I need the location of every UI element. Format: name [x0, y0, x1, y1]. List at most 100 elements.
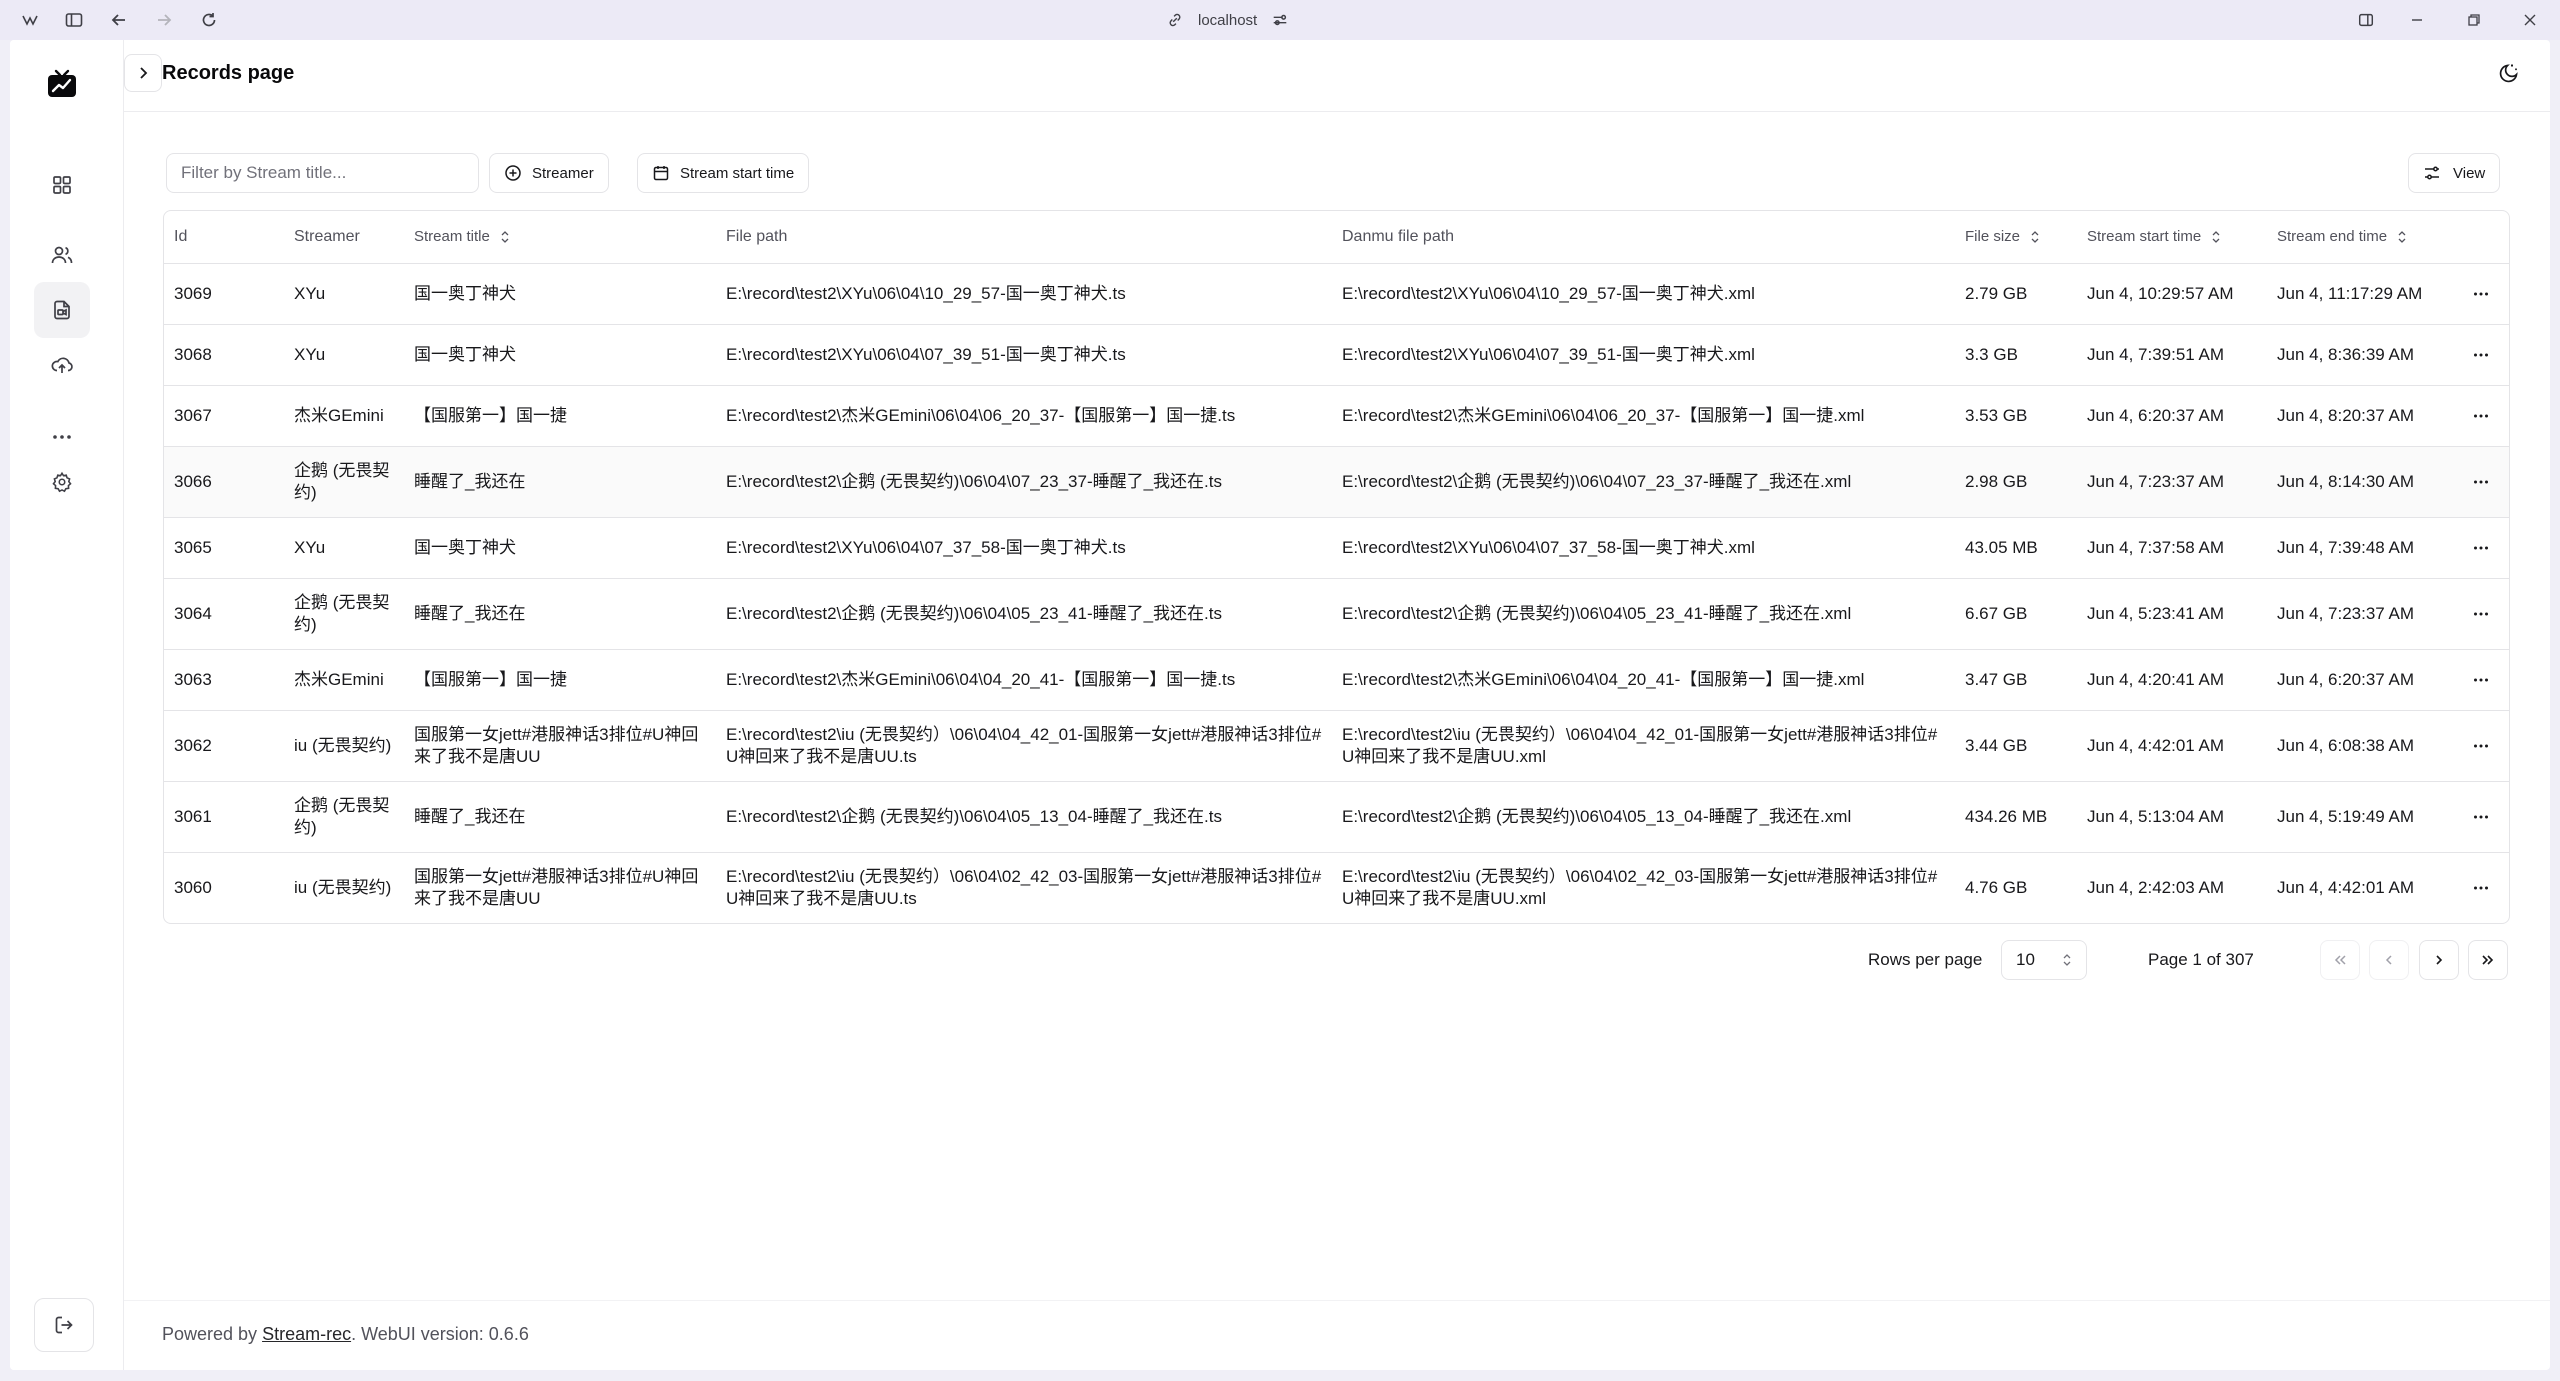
- col-header-end[interactable]: Stream end time: [2267, 211, 2450, 264]
- site-settings-icon[interactable]: [1271, 11, 1289, 29]
- calendar-icon: [653, 166, 669, 181]
- start-time-filter-button[interactable]: Stream start time: [637, 153, 810, 193]
- sidebar-item-records[interactable]: [34, 282, 90, 338]
- sidebar-toggle-icon[interactable]: [62, 8, 86, 32]
- minimize-icon[interactable]: [2405, 8, 2429, 32]
- sidebar: [10, 40, 124, 1370]
- row-actions-button[interactable]: [2450, 263, 2509, 325]
- col-header-end-label: Stream end time: [2277, 228, 2388, 246]
- row-actions-button[interactable]: [2450, 710, 2509, 782]
- browser-menu-icon[interactable]: [18, 8, 42, 32]
- more-horizontal-icon: [53, 435, 71, 439]
- first-page-button[interactable]: [2320, 940, 2360, 980]
- sidebar-item-upload[interactable]: [34, 337, 90, 393]
- cell-streamer: iu (无畏契约): [294, 877, 392, 897]
- theme-toggle-button[interactable]: [2490, 54, 2528, 92]
- sidebar-item-settings[interactable]: [34, 454, 90, 510]
- collapse-sidebar-button[interactable]: [124, 54, 162, 92]
- table-row[interactable]: 3069 XYu 国一奥丁神犬 E:\record\test2\XYu\06\0…: [164, 263, 2509, 325]
- forward-icon[interactable]: [152, 8, 176, 32]
- cell-file-path: E:\record\test2\iu (无畏契约）\06\04\02_42_03…: [726, 866, 1322, 908]
- table-row[interactable]: 3065 XYu 国一奥丁神犬 E:\record\test2\XYu\06\0…: [164, 517, 2509, 579]
- row-actions-button[interactable]: [2450, 578, 2509, 650]
- address-bar[interactable]: localhost: [1166, 6, 1289, 34]
- plus-circle-icon: [505, 165, 521, 181]
- cell-id: 3062: [164, 710, 284, 782]
- view-options-button[interactable]: View: [2408, 153, 2501, 193]
- more-horizontal-icon: [2473, 815, 2488, 818]
- prev-page-button[interactable]: [2369, 940, 2409, 980]
- cell-danmu-path: E:\record\test2\企鹅 (无畏契约)\06\04\05_23_41…: [1332, 578, 1955, 650]
- cell-streamer: 杰米GEmini: [284, 649, 404, 711]
- streamer-filter-button[interactable]: Streamer: [489, 153, 609, 193]
- sort-icon: [2397, 230, 2407, 244]
- page-indicator: Page 1 of 307: [2148, 950, 2254, 969]
- close-window-icon[interactable]: [2518, 8, 2542, 32]
- table-row[interactable]: 3066 企鹅 (无畏契约) 睡醒了_我还在 E:\record\test2\企…: [164, 446, 2509, 518]
- cell-file-path: E:\record\test2\企鹅 (无畏契约)\06\04\05_13_04…: [716, 781, 1332, 853]
- table-row[interactable]: 3067 杰米GEmini 【国服第一】国一捷 E:\record\test2\…: [164, 385, 2509, 447]
- cell-end: Jun 4, 11:17:29 AM: [2267, 263, 2450, 325]
- cell-id: 3064: [164, 578, 284, 650]
- table-row[interactable]: 3063 杰米GEmini 【国服第一】国一捷 E:\record\test2\…: [164, 649, 2509, 711]
- filter-title-input[interactable]: [166, 153, 479, 193]
- table-row[interactable]: 3068 XYu 国一奥丁神犬 E:\record\test2\XYu\06\0…: [164, 324, 2509, 386]
- col-header-danmu-path: Danmu file path: [1332, 211, 1955, 264]
- cell-danmu-path: E:\record\test2\iu (无畏契约）\06\04\04_42_01…: [1332, 710, 1955, 782]
- table-header-row: Id Streamer Stream title File path Danmu…: [164, 211, 2509, 264]
- cell-streamer: XYu: [284, 517, 404, 579]
- table-row[interactable]: 3060 iu (无畏契约) 国服第一女jett#港服神话3排位#U神回来了我不…: [164, 852, 2509, 923]
- sidebar-item-streamers[interactable]: [34, 227, 90, 283]
- logout-button[interactable]: [34, 1298, 94, 1352]
- row-actions-button[interactable]: [2450, 324, 2509, 386]
- table-row[interactable]: 3061 企鹅 (无畏契约) 睡醒了_我还在 E:\record\test2\企…: [164, 781, 2509, 853]
- cell-id: 3069: [164, 263, 284, 325]
- restore-icon[interactable]: [2462, 8, 2486, 32]
- sidebar-item-dashboard[interactable]: [34, 157, 90, 213]
- row-actions-button[interactable]: [2450, 517, 2509, 579]
- row-actions-button[interactable]: [2450, 781, 2509, 853]
- col-header-size[interactable]: File size: [1955, 211, 2077, 264]
- start-time-filter-label: Stream start time: [680, 164, 795, 182]
- app-logo-icon[interactable]: [34, 56, 90, 112]
- rows-per-page-select[interactable]: 10: [2001, 940, 2087, 980]
- cell-danmu-path: E:\record\test2\XYu\06\04\10_29_57-国一奥丁神…: [1332, 263, 1955, 325]
- col-header-start[interactable]: Stream start time: [2077, 211, 2267, 264]
- row-actions-button[interactable]: [2450, 649, 2509, 711]
- back-icon[interactable]: [107, 8, 131, 32]
- col-header-id: Id: [164, 211, 284, 264]
- cell-id: 3060: [174, 877, 212, 897]
- cell-end: Jun 4, 8:36:39 AM: [2267, 324, 2450, 386]
- records-table: Id Streamer Stream title File path Danmu…: [163, 210, 2510, 924]
- row-actions-button[interactable]: [2450, 385, 2509, 447]
- table-row[interactable]: 3064 企鹅 (无畏契约) 睡醒了_我还在 E:\record\test2\企…: [164, 578, 2509, 650]
- more-horizontal-icon: [2473, 546, 2488, 549]
- cell-streamer: iu (无畏契约): [284, 710, 404, 782]
- last-page-button[interactable]: [2468, 940, 2508, 980]
- stream-rec-link[interactable]: Stream-rec: [262, 1324, 351, 1344]
- col-header-start-label: Stream start time: [2087, 228, 2202, 246]
- cell-title: 国服第一女jett#港服神话3排位#U神回来了我不是唐UU: [404, 710, 716, 782]
- row-actions-button[interactable]: [2450, 852, 2509, 923]
- cell-file-path: E:\record\test2\XYu\06\04\07_39_51-国一奥丁神…: [716, 324, 1332, 386]
- logout-icon: [55, 1316, 73, 1334]
- table-row[interactable]: 3062 iu (无畏契约) 国服第一女jett#港服神话3排位#U神回来了我不…: [164, 710, 2509, 782]
- col-header-file-path: File path: [716, 211, 1332, 264]
- reload-icon[interactable]: [197, 8, 221, 32]
- rows-per-page-label: Rows per page: [1868, 950, 1983, 969]
- more-horizontal-icon: [2473, 678, 2488, 681]
- cell-end: Jun 4, 5:19:49 AM: [2267, 781, 2450, 853]
- cell-start: Jun 4, 4:42:01 AM: [2077, 710, 2267, 782]
- next-page-button[interactable]: [2419, 940, 2459, 980]
- page-title: Records page: [162, 62, 295, 84]
- cell-start: Jun 4, 5:23:41 AM: [2077, 578, 2267, 650]
- split-view-icon[interactable]: [2354, 8, 2378, 32]
- more-horizontal-icon: [2473, 744, 2488, 747]
- cell-id: 3061: [164, 781, 284, 853]
- cell-title: 国服第一女jett#港服神话3排位#U神回来了我不是唐UU: [414, 866, 699, 908]
- cell-streamer: 企鹅 (无畏契约): [284, 781, 404, 853]
- col-header-title[interactable]: Stream title: [404, 211, 716, 264]
- col-header-title-label: Stream title: [414, 228, 490, 246]
- row-actions-button[interactable]: [2450, 446, 2509, 518]
- cell-title: 国一奥丁神犬: [404, 263, 716, 325]
